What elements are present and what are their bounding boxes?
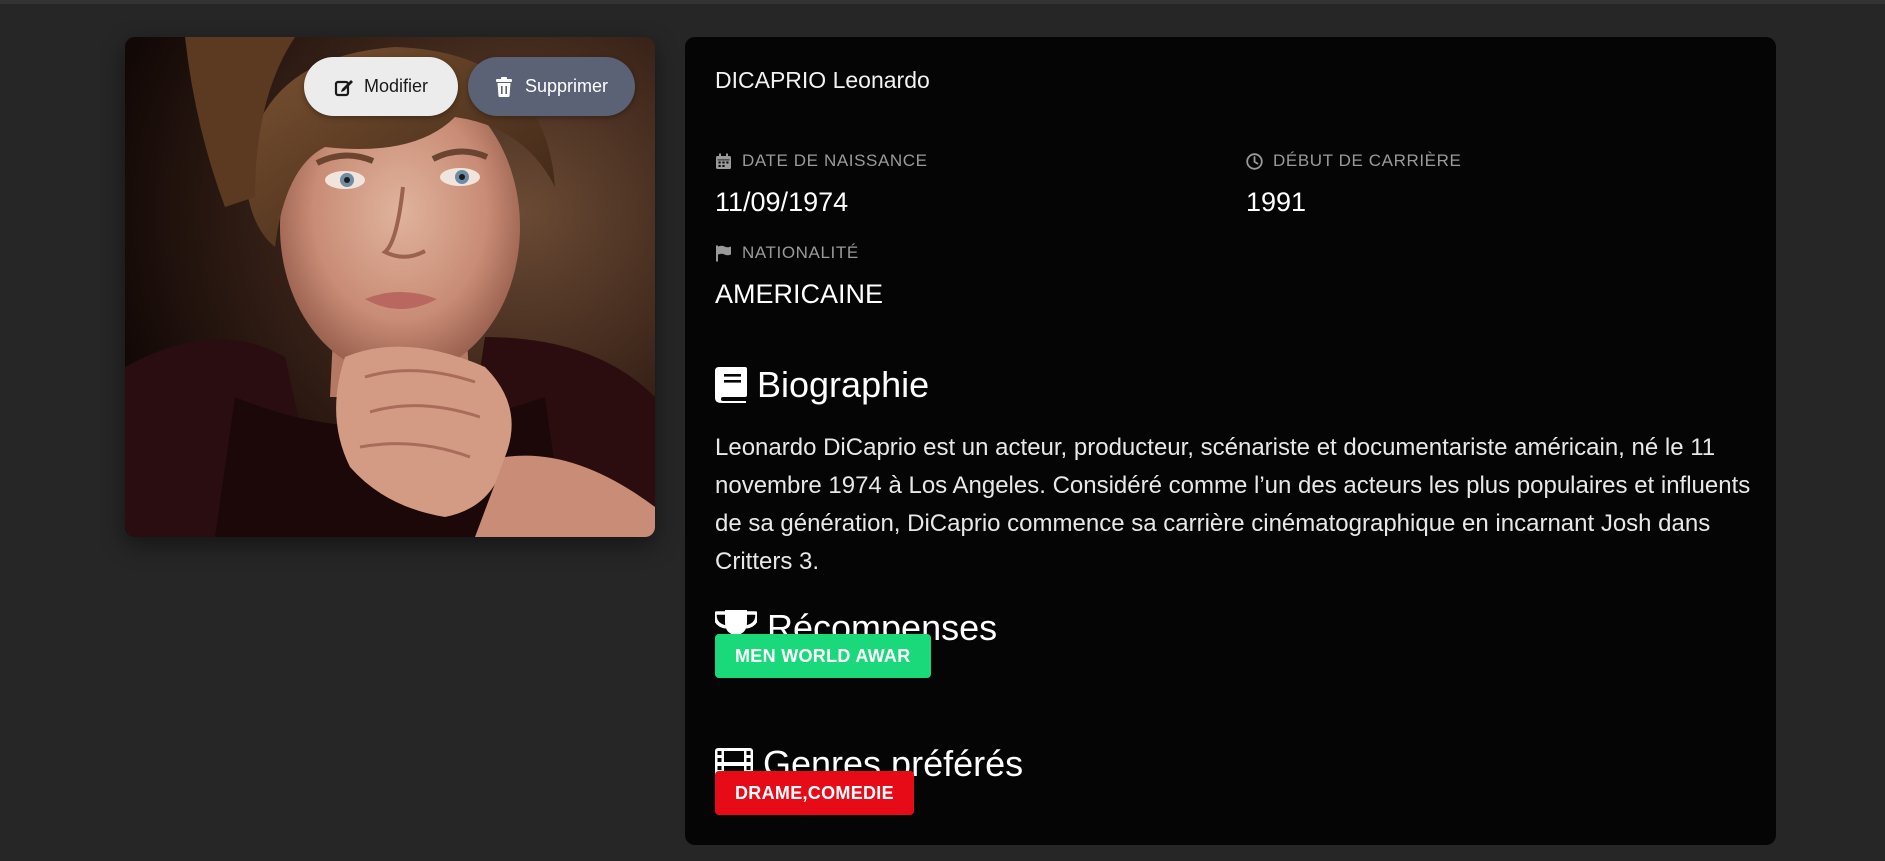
nationality-field: NATIONALITÉ AMERICAINE: [715, 241, 883, 310]
edit-button[interactable]: Modifier: [304, 57, 458, 116]
clock-icon: [1246, 152, 1263, 170]
career-start-value: 1991: [1246, 187, 1307, 217]
nationality-label-row: NATIONALITÉ: [715, 241, 883, 265]
biography-heading: Biographie: [715, 364, 929, 406]
career-start-label: DÉBUT DE CARRIÈRE: [1273, 151, 1462, 170]
calendar-icon: [715, 153, 732, 170]
actor-photo-card: Modifier Supprimer: [125, 37, 655, 537]
flag-icon: [715, 245, 732, 262]
delete-button[interactable]: Supprimer: [468, 57, 635, 116]
biography-text: Leonardo DiCaprio est un acteur, product…: [715, 434, 1751, 575]
nationality-label: NATIONALITÉ: [742, 243, 859, 262]
birth-date-label-row: DATE DE NAISSANCE: [715, 149, 928, 173]
book-icon: [715, 367, 747, 403]
edit-button-label: Modifier: [363, 76, 429, 96]
birth-date-label: DATE DE NAISSANCE: [742, 151, 928, 170]
top-bar-edge: [0, 0, 1885, 4]
delete-button-label: Supprimer: [524, 76, 609, 96]
actor-info-panel: DICAPRIO Leonardo DATE DE NAISSANCE 11/0…: [685, 37, 1776, 845]
career-start-field: DÉBUT DE CARRIÈRE 1991: [1246, 149, 1461, 218]
birth-date-field: DATE DE NAISSANCE 11/09/1974: [715, 149, 928, 218]
genre-tag: DRAME,COMEDIE: [715, 771, 914, 815]
trash-icon: [495, 76, 515, 97]
biography-title: Biographie: [757, 364, 930, 405]
edit-icon: [334, 77, 354, 97]
nationality-value: AMERICAINE: [715, 279, 884, 309]
career-start-label-row: DÉBUT DE CARRIÈRE: [1246, 149, 1461, 173]
award-tag: MEN WORLD AWAR: [715, 634, 931, 678]
birth-date-value: 11/09/1974: [715, 187, 849, 217]
actor-full-name: DICAPRIO Leonardo: [715, 67, 930, 93]
